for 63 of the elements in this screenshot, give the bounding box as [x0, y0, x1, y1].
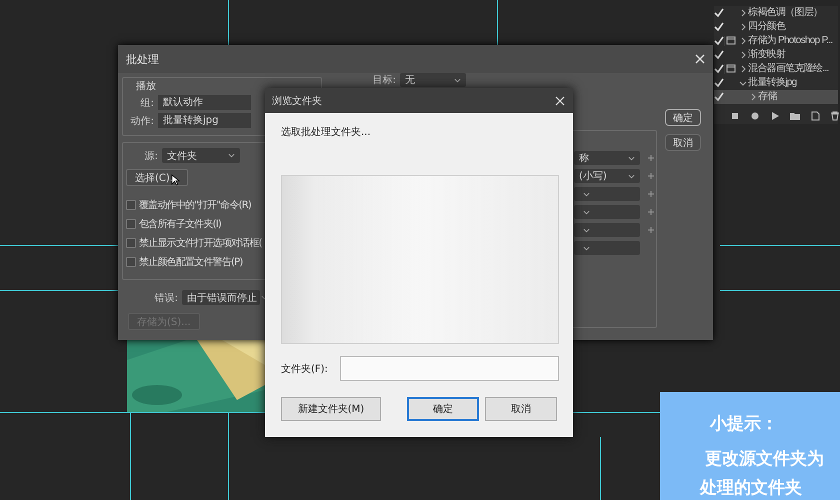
tip-text: 更改源文件夹为	[705, 448, 825, 470]
dialog-button[interactable]: 确定	[665, 109, 701, 126]
chevron-icon	[583, 228, 590, 232]
dropdown[interactable]	[574, 205, 640, 219]
dialog-button[interactable]: 确定	[407, 397, 479, 421]
checkbox[interactable]	[126, 257, 136, 267]
chevron-icon	[583, 210, 590, 214]
action-label: 四分颜色	[747, 20, 786, 34]
text-field[interactable]: 批量转换jpg	[158, 113, 251, 128]
checkbox[interactable]	[126, 219, 136, 229]
field-label: 源:	[144, 150, 158, 162]
chevron-icon	[583, 246, 590, 250]
prompt-text: 选取批处理文件夹...	[281, 126, 372, 139]
caret-icon	[749, 93, 757, 101]
checkbox-label: 覆盖动作中的"打开"命令(R)	[139, 198, 251, 212]
action-label: 存储为 Photoshop P...	[747, 34, 832, 48]
dropdown[interactable]	[574, 187, 640, 201]
checkbox-label: 包含所有子文件夹(I)	[139, 218, 221, 231]
dialog-title: 浏览文件夹	[272, 94, 322, 108]
action-row[interactable]: 存储	[714, 90, 838, 104]
folder-field[interactable]	[340, 356, 559, 381]
chevron-icon	[628, 156, 635, 160]
field-label: 动作:	[130, 114, 154, 128]
tip-text: 处理的文件夹	[700, 477, 803, 499]
record-icon[interactable]	[750, 111, 760, 121]
action-label: 棕褐色调（图层）	[747, 6, 822, 20]
checkbox[interactable]	[126, 200, 136, 210]
checkbox[interactable]	[126, 238, 136, 248]
dialog-button[interactable]: 新建文件夹(M)	[281, 397, 381, 421]
dropdown[interactable]: 文件夹	[162, 148, 240, 163]
dropdown[interactable]: 称	[574, 151, 640, 165]
new-action-icon[interactable]	[810, 111, 820, 121]
stop-icon[interactable]	[730, 111, 740, 121]
dialog-button[interactable]: 取消	[665, 134, 701, 151]
dropdown[interactable]	[574, 241, 640, 255]
field-label: 错误:	[154, 292, 178, 304]
dropdown[interactable]	[574, 223, 640, 237]
chevron-icon	[228, 153, 235, 158]
dialog-button[interactable]: 取消	[485, 397, 557, 421]
dialog-title: 批处理	[126, 52, 159, 66]
chevron-icon	[454, 78, 461, 82]
play-icon[interactable]	[770, 111, 780, 121]
field-label: 文件夹(F):	[281, 362, 328, 376]
checkbox-label: 禁止颜色配置文件警告(P)	[139, 256, 242, 269]
field-label: 组:	[140, 96, 154, 110]
group-title: 播放	[136, 80, 157, 93]
dropdown[interactable]: (小写)	[574, 169, 640, 183]
tip-title: 小提示：	[710, 413, 779, 435]
folder-tree[interactable]	[281, 175, 559, 344]
dropdown[interactable]: 无	[400, 73, 466, 87]
close-icon[interactable]	[695, 54, 705, 64]
close-icon[interactable]	[555, 96, 565, 106]
chevron-icon	[628, 174, 635, 178]
checkbox-label: 禁止显示文件打开选项对话框(	[139, 236, 262, 250]
action-label: 批量转换jpg	[747, 76, 796, 90]
action-label: 存储	[757, 90, 777, 104]
chevron-icon	[583, 192, 590, 196]
action-label: 混合器画笔克隆绘...	[747, 62, 829, 76]
field-label: 目标:	[372, 74, 396, 87]
folder-icon[interactable]	[790, 111, 800, 121]
text-field[interactable]: 默认动作	[158, 95, 251, 110]
action-label: 渐变映射	[747, 48, 786, 62]
trash-icon[interactable]	[830, 111, 840, 121]
